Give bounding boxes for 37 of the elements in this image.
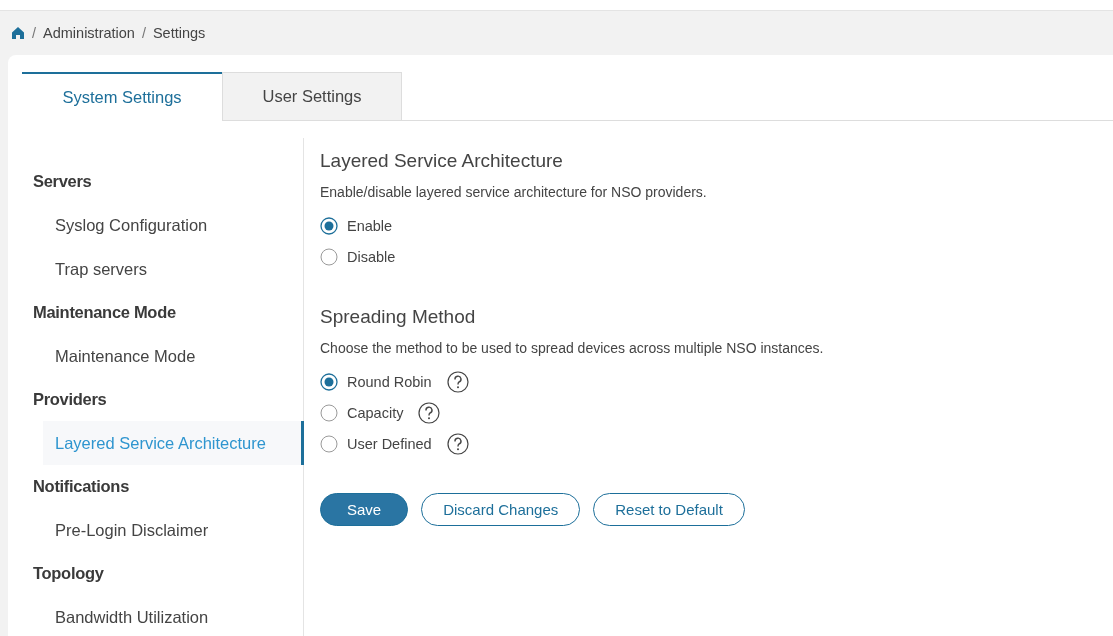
- radio-button[interactable]: [320, 216, 338, 235]
- sidebar-item[interactable]: Trap servers: [43, 247, 303, 291]
- section-title: Spreading Method: [320, 306, 477, 328]
- radio-label[interactable]: Enable: [347, 217, 393, 234]
- home-icon[interactable]: [11, 26, 25, 40]
- breadcrumb-link[interactable]: Settings: [152, 25, 206, 41]
- sidebar-item[interactable]: Syslog Configuration: [43, 203, 303, 247]
- breadcrumb-separator: /: [141, 25, 146, 41]
- help-icon[interactable]: [418, 401, 441, 424]
- sidebar-heading: Notifications: [32, 476, 131, 497]
- radio-button[interactable]: [320, 434, 338, 453]
- section-description: Choose the method to be used to spread devices across multiple NSO instances.: [320, 340, 824, 356]
- action-button[interactable]: Discard Changes: [421, 493, 581, 526]
- radio-label[interactable]: Disable: [347, 248, 396, 265]
- radio-label[interactable]: User Defined: [347, 435, 432, 452]
- section-description: Enable/disable layered service architecture for NSO providers.: [320, 184, 708, 200]
- sidebar-item[interactable]: Bandwidth Utilization: [43, 595, 303, 636]
- sidebar-heading: Topology: [32, 563, 105, 584]
- help-icon[interactable]: [446, 370, 469, 393]
- action-button[interactable]: Reset to Default: [593, 493, 745, 526]
- sidebar-item[interactable]: Pre-Login Disclaimer: [43, 508, 303, 552]
- tab[interactable]: User Settings: [222, 72, 402, 120]
- sidebar-heading: Providers: [32, 389, 108, 410]
- radio-label[interactable]: Round Robin: [347, 373, 432, 390]
- breadcrumb-separator: /: [32, 25, 37, 41]
- action-button[interactable]: Save: [320, 493, 409, 526]
- radio-button[interactable]: [320, 372, 338, 391]
- tab[interactable]: System Settings: [22, 72, 222, 121]
- section-title: Layered Service Architecture: [320, 150, 564, 172]
- breadcrumb-link[interactable]: Administration: [43, 25, 135, 41]
- sidebar-heading: Servers: [32, 171, 93, 192]
- radio-label[interactable]: Capacity: [347, 404, 404, 421]
- help-icon[interactable]: [446, 432, 469, 455]
- radio-button[interactable]: [320, 403, 338, 422]
- sidebar-heading: Maintenance Mode: [32, 302, 177, 323]
- sidebar-item[interactable]: Maintenance Mode: [43, 334, 303, 378]
- radio-button[interactable]: [320, 247, 338, 266]
